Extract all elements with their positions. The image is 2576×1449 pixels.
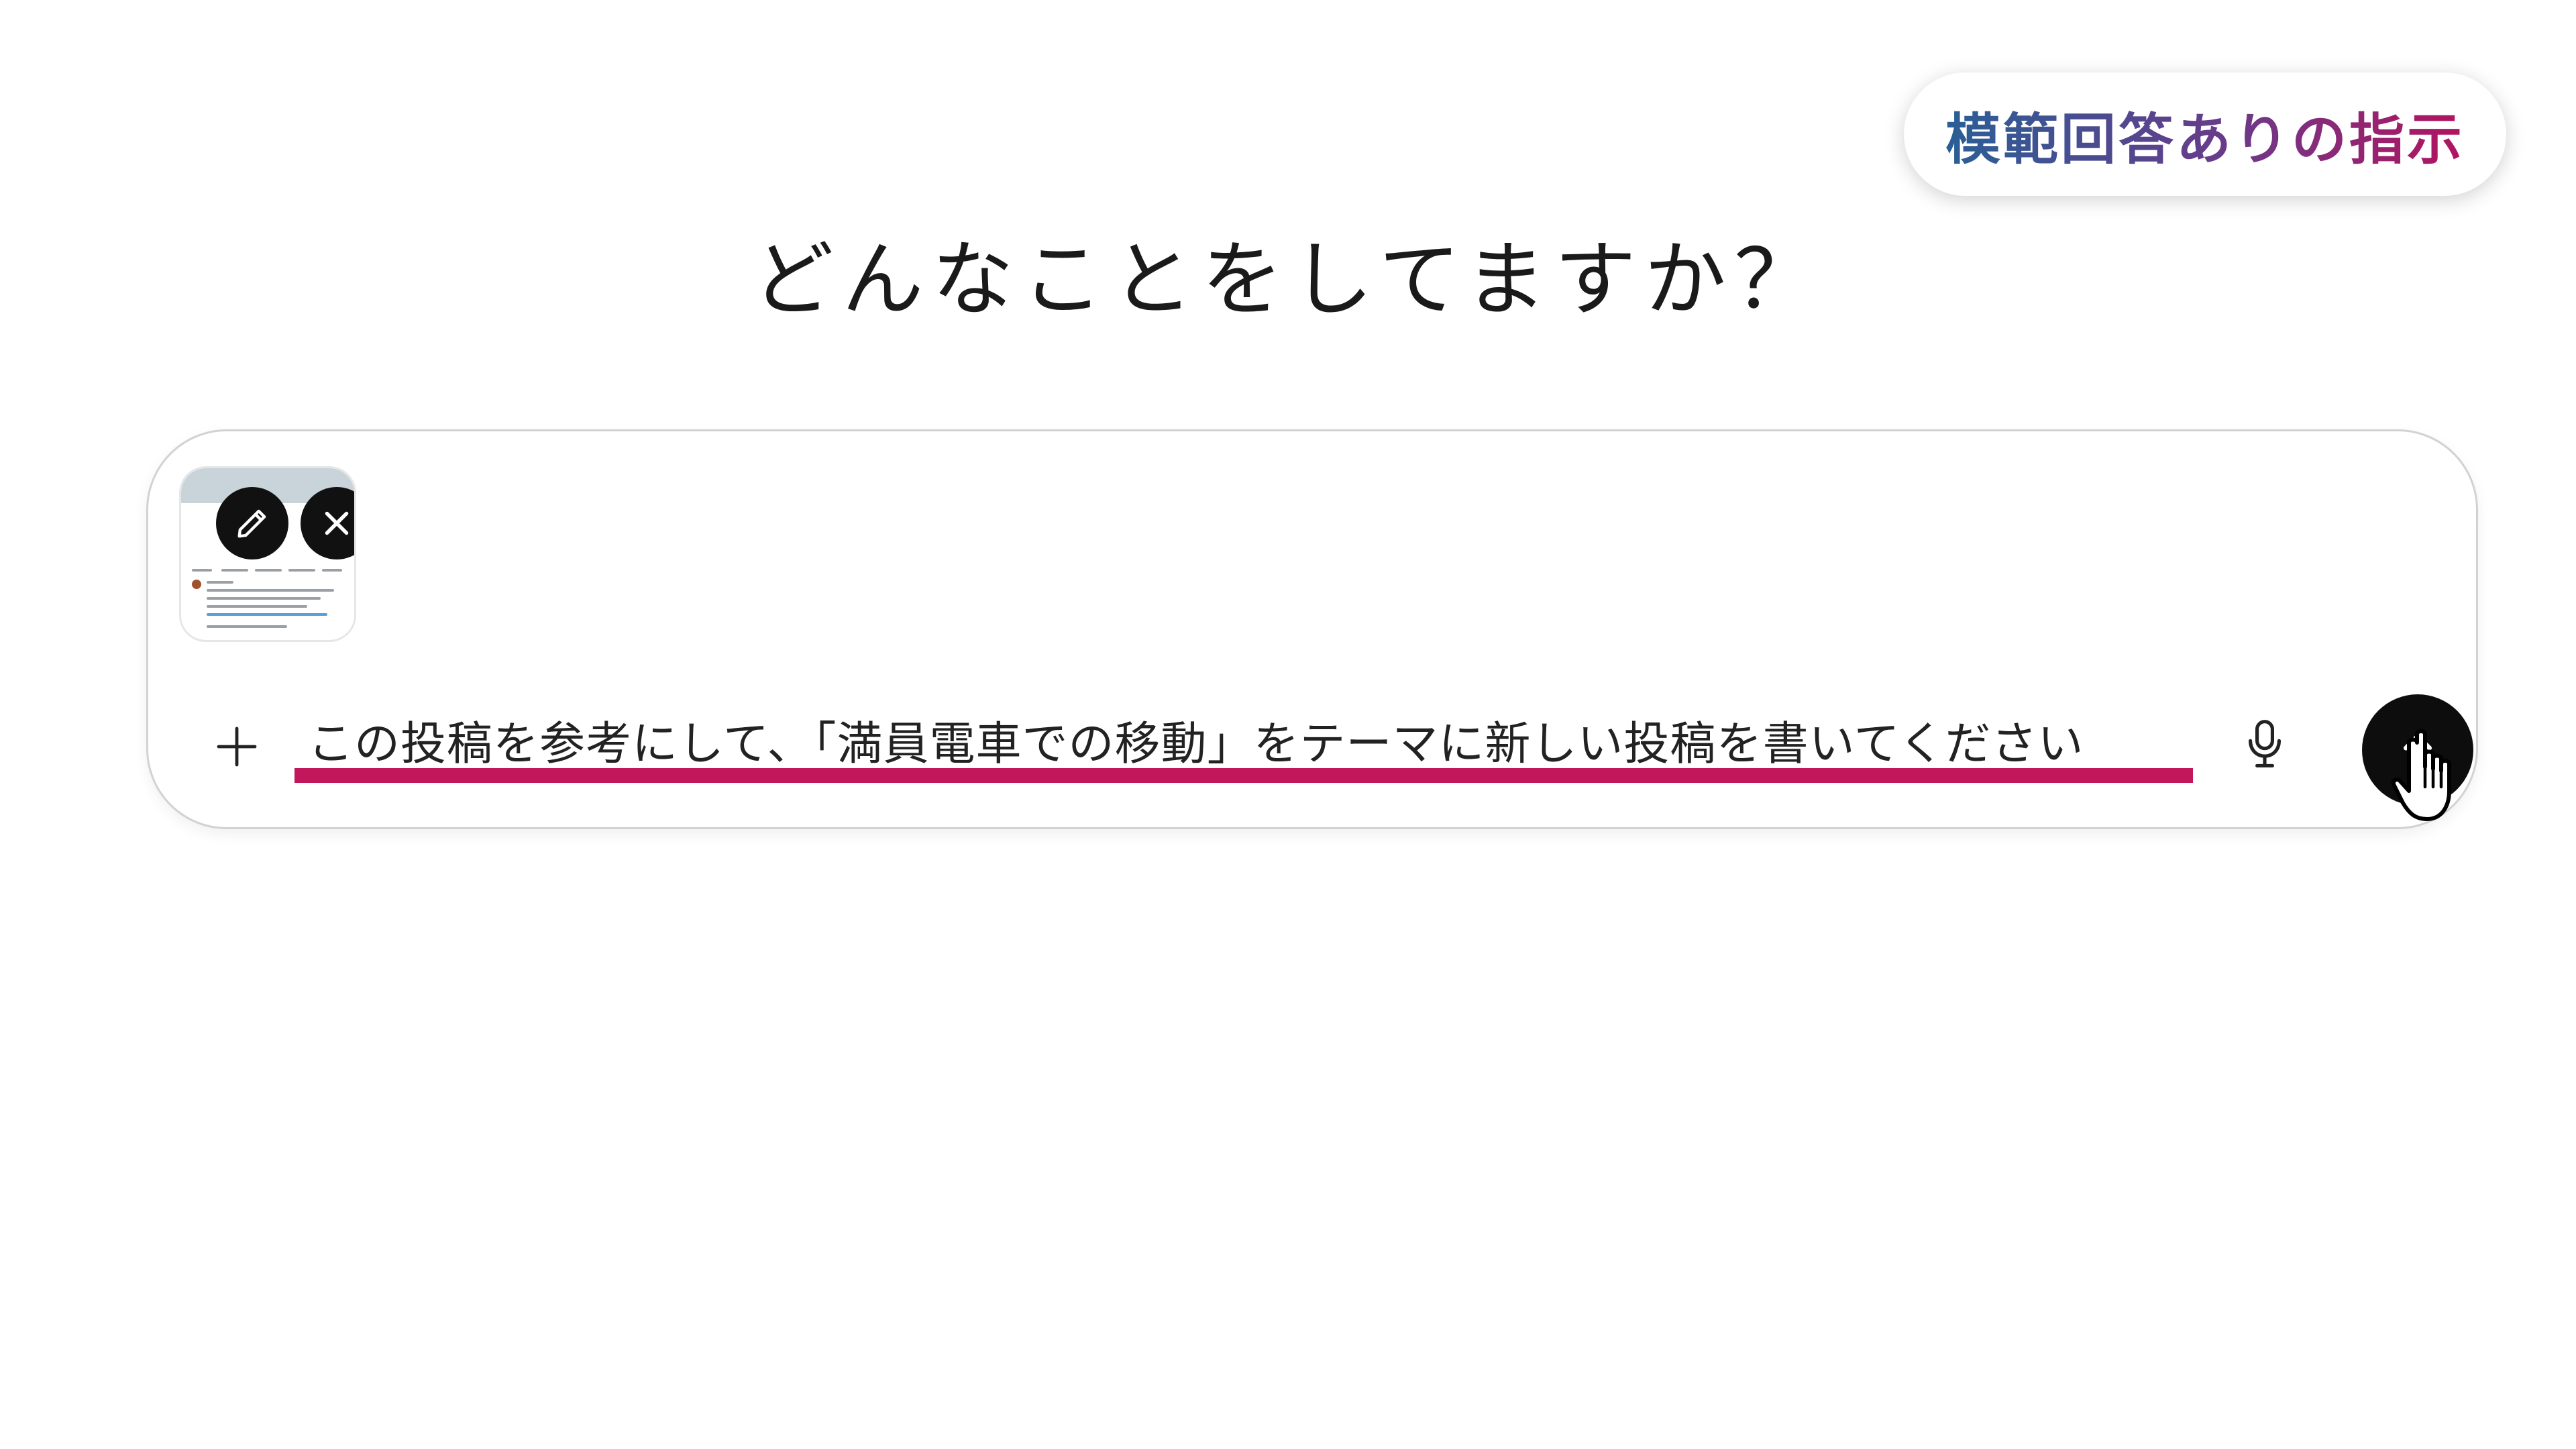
prompt-highlight-underline [294,768,2193,783]
thumbnail-line [207,581,233,584]
plus-icon [217,727,257,767]
voice-input-button[interactable] [2228,708,2302,782]
instruction-badge: 模範回答ありの指示 [1904,72,2506,196]
thumbnail-line [192,569,212,572]
pencil-icon [237,509,266,538]
chat-composer: この投稿を参考にして、「満員電車での移動」をテーマに新しい投稿を書いてください [146,429,2478,829]
microphone-icon [2249,720,2281,767]
thumbnail-avatar [192,580,201,589]
hand-cursor-icon [2391,729,2451,821]
page-title: どんなことをしてますか？ [751,232,1825,327]
thumbnail-line [255,569,282,572]
thumbnail-line [322,569,342,572]
thumbnail-line [288,569,315,572]
badge-label: 模範回答ありの指示 [1945,95,2465,174]
thumbnail-line [221,569,248,572]
thumbnail-line [207,625,287,628]
add-attachment-button[interactable] [203,713,270,780]
thumbnail-line [207,613,327,616]
page: 模範回答ありの指示 どんなことをしてますか？ この投稿を参考にして、「満員電車で… [0,0,2576,1449]
thumbnail-line [207,597,321,600]
thumbnail-line [207,589,334,592]
close-icon [325,511,349,535]
edit-attachment-button[interactable] [216,487,288,559]
thumbnail-line [207,605,307,608]
attachment-thumbnail[interactable] [179,466,356,642]
